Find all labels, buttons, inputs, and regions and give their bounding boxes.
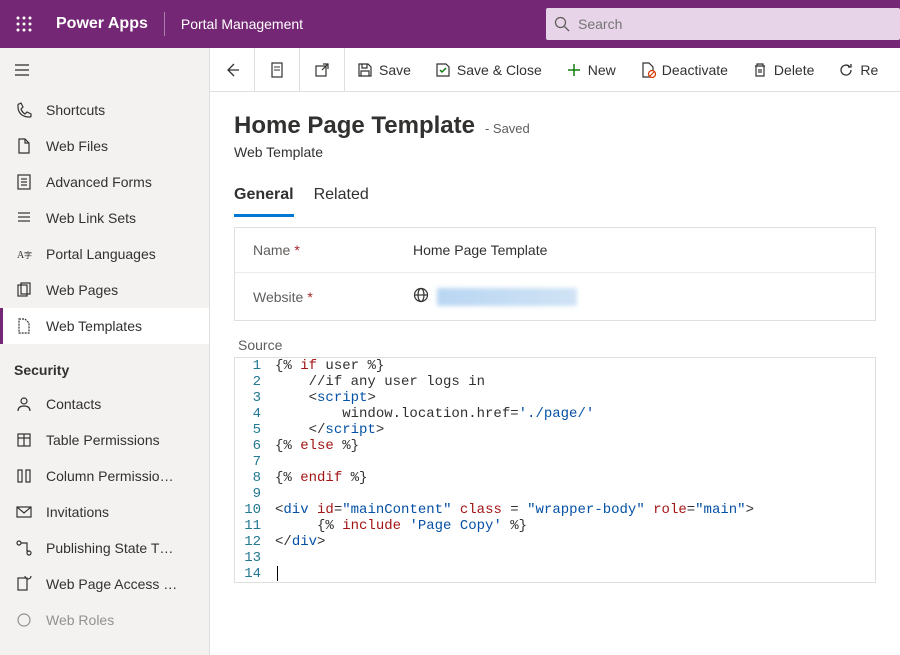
sidebar-item-web-roles[interactable]: Web Roles <box>0 602 209 638</box>
lock-page-icon <box>14 574 34 594</box>
sidebar-item-web-page-access[interactable]: Web Page Access … <box>0 566 209 602</box>
source-editor[interactable]: 1{% if user %} 2 //if any user logs in 3… <box>234 357 876 583</box>
save-state-label: - Saved <box>485 121 530 136</box>
sidebar-item-label: Table Permissions <box>46 432 160 448</box>
save-close-label: Save & Close <box>457 62 542 78</box>
hamburger-icon <box>14 62 30 78</box>
table-icon <box>14 430 34 450</box>
mail-icon <box>14 502 34 522</box>
top-bar: Power Apps Portal Management <box>0 0 900 48</box>
refresh-icon <box>838 62 854 78</box>
field-name-label: Name* <box>253 242 413 258</box>
sidebar-item-web-templates[interactable]: Web Templates <box>0 308 209 344</box>
sidebar-toggle-button[interactable] <box>0 48 209 92</box>
content-area: Home Page Template - Saved Web Template … <box>210 92 900 655</box>
flow-icon <box>14 538 34 558</box>
sidebar-item-column-permissions[interactable]: Column Permissio… <box>0 458 209 494</box>
sidebar-item-label: Publishing State T… <box>46 540 173 556</box>
sidebar-item-shortcuts[interactable]: Shortcuts <box>0 92 209 128</box>
save-icon <box>357 62 373 78</box>
sidebar-item-label: Column Permissio… <box>46 468 174 484</box>
sidebar-item-label: Web Templates <box>46 318 142 334</box>
refresh-label: Re <box>860 62 878 78</box>
sidebar-item-label: Portal Languages <box>46 246 156 262</box>
entity-type-label: Web Template <box>234 144 876 160</box>
page-title: Home Page Template <box>234 112 475 140</box>
sidebar-item-publishing-state[interactable]: Publishing State T… <box>0 530 209 566</box>
sidebar-item-label: Contacts <box>46 396 101 412</box>
trash-icon <box>752 62 768 78</box>
save-label: Save <box>379 62 411 78</box>
save-button[interactable]: Save <box>345 48 423 92</box>
search-icon <box>554 16 570 32</box>
open-new-window-button[interactable] <box>300 48 344 92</box>
deactivate-label: Deactivate <box>662 62 728 78</box>
sidebar-item-label: Shortcuts <box>46 102 105 118</box>
phone-icon <box>14 100 34 120</box>
field-name-row: Name* Home Page Template <box>235 228 875 273</box>
deactivate-icon <box>640 62 656 78</box>
popout-icon <box>314 62 330 78</box>
tab-related[interactable]: Related <box>314 180 369 217</box>
search-input[interactable] <box>578 16 892 32</box>
app-name-label: Portal Management <box>165 16 319 32</box>
roles-icon <box>14 610 34 630</box>
field-website-label: Website* <box>253 289 413 305</box>
sidebar-item-web-link-sets[interactable]: Web Link Sets <box>0 200 209 236</box>
main-panel: Save Save & Close New Deactivate Delete … <box>210 48 900 655</box>
sidebar-item-table-permissions[interactable]: Table Permissions <box>0 422 209 458</box>
sidebar-section-security: Security <box>0 344 209 386</box>
redacted-value <box>437 288 577 306</box>
page-icon <box>269 62 285 78</box>
field-name-value[interactable]: Home Page Template <box>413 242 857 258</box>
form-section: Name* Home Page Template Website* <box>234 227 876 321</box>
sidebar-item-advanced-forms[interactable]: Advanced Forms <box>0 164 209 200</box>
sidebar-item-label: Web Pages <box>46 282 118 298</box>
refresh-button[interactable]: Re <box>826 48 890 92</box>
form-selector-button[interactable] <box>255 48 299 92</box>
arrow-left-icon <box>224 62 240 78</box>
sidebar: Shortcuts Web Files Advanced Forms Web L… <box>0 48 210 655</box>
sidebar-item-label: Invitations <box>46 504 109 520</box>
save-close-button[interactable]: Save & Close <box>423 48 554 92</box>
sidebar-item-label: Web Page Access … <box>46 576 177 592</box>
svg-text:字: 字 <box>24 250 32 260</box>
plus-icon <box>566 62 582 78</box>
save-close-icon <box>435 62 451 78</box>
language-icon: A字 <box>14 244 34 264</box>
sidebar-item-contacts[interactable]: Contacts <box>0 386 209 422</box>
new-label: New <box>588 62 616 78</box>
new-button[interactable]: New <box>554 48 628 92</box>
field-website-value[interactable] <box>413 287 857 306</box>
columns-icon <box>14 466 34 486</box>
sidebar-item-portal-languages[interactable]: A字 Portal Languages <box>0 236 209 272</box>
file-icon <box>14 136 34 156</box>
pages-icon <box>14 280 34 300</box>
command-bar: Save Save & Close New Deactivate Delete … <box>210 48 900 92</box>
sidebar-item-label: Web Roles <box>46 612 114 628</box>
sidebar-item-label: Web Link Sets <box>46 210 136 226</box>
sidebar-item-label: Advanced Forms <box>46 174 152 190</box>
person-icon <box>14 394 34 414</box>
search-box[interactable] <box>546 8 900 40</box>
list-icon <box>14 208 34 228</box>
tab-list: General Related <box>234 180 876 217</box>
sidebar-item-invitations[interactable]: Invitations <box>0 494 209 530</box>
deactivate-button[interactable]: Deactivate <box>628 48 740 92</box>
back-button[interactable] <box>210 48 254 92</box>
field-source-label: Source <box>234 337 876 353</box>
app-launcher-button[interactable] <box>0 0 48 48</box>
sidebar-item-web-pages[interactable]: Web Pages <box>0 272 209 308</box>
sidebar-item-label: Web Files <box>46 138 108 154</box>
brand-label: Power Apps <box>48 15 164 33</box>
delete-button[interactable]: Delete <box>740 48 826 92</box>
delete-label: Delete <box>774 62 814 78</box>
waffle-icon <box>16 16 32 32</box>
field-website-row: Website* <box>235 273 875 320</box>
template-icon <box>14 316 34 336</box>
form-icon <box>14 172 34 192</box>
globe-icon <box>413 287 429 306</box>
tab-general[interactable]: General <box>234 180 294 217</box>
sidebar-item-web-files[interactable]: Web Files <box>0 128 209 164</box>
